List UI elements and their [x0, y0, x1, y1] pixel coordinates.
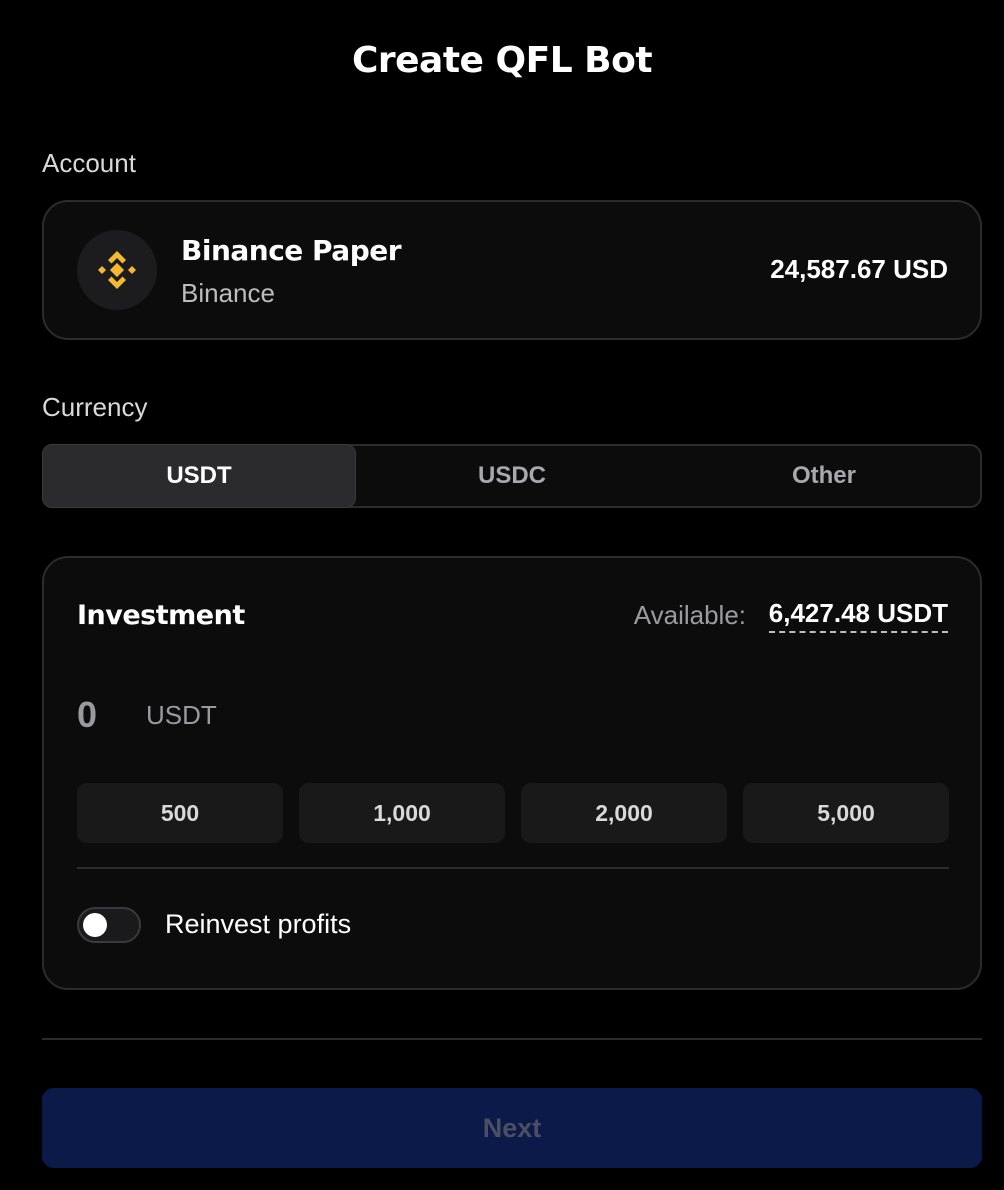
account-section-label: Account [42, 148, 136, 178]
tab-other[interactable]: Other [668, 446, 980, 506]
amount-presets: 500 1,000 2,000 5,000 [77, 783, 949, 843]
currency-tabs: USDT USDC Other [42, 444, 982, 508]
tab-usdc[interactable]: USDC [356, 446, 668, 506]
divider [77, 867, 949, 869]
preset-button-5000[interactable]: 5,000 [743, 783, 949, 843]
preset-button-1000[interactable]: 1,000 [299, 783, 505, 843]
reinvest-profits-toggle[interactable] [77, 907, 141, 943]
account-name: Binance Paper [181, 234, 402, 267]
divider [42, 1038, 982, 1040]
available-balance[interactable]: 6,427.48 USDT [768, 598, 948, 633]
next-button[interactable]: Next [42, 1088, 982, 1168]
preset-button-500[interactable]: 500 [77, 783, 283, 843]
tab-usdt[interactable]: USDT [42, 444, 356, 508]
account-selector[interactable]: Binance Paper Binance 24,587.67 USD [42, 200, 982, 340]
investment-card: Investment Available: 6,427.48 USDT 0 US… [42, 556, 982, 990]
preset-button-2000[interactable]: 2,000 [521, 783, 727, 843]
investment-title: Investment [77, 600, 245, 631]
binance-logo-icon [77, 230, 157, 310]
create-qfl-bot-page: Create QFL Bot Account Binance Paper Bin… [0, 0, 1004, 1190]
investment-amount-input[interactable]: 0 [77, 694, 97, 736]
reinvest-profits-label: Reinvest profits [165, 909, 352, 939]
available-label: Available: [633, 600, 746, 630]
investment-amount-unit: USDT [146, 700, 217, 730]
currency-section-label: Currency [42, 392, 148, 422]
account-balance: 24,587.67 USD [770, 254, 948, 284]
toggle-knob [83, 913, 107, 937]
account-exchange: Binance [181, 278, 275, 308]
page-title: Create QFL Bot [351, 40, 653, 81]
